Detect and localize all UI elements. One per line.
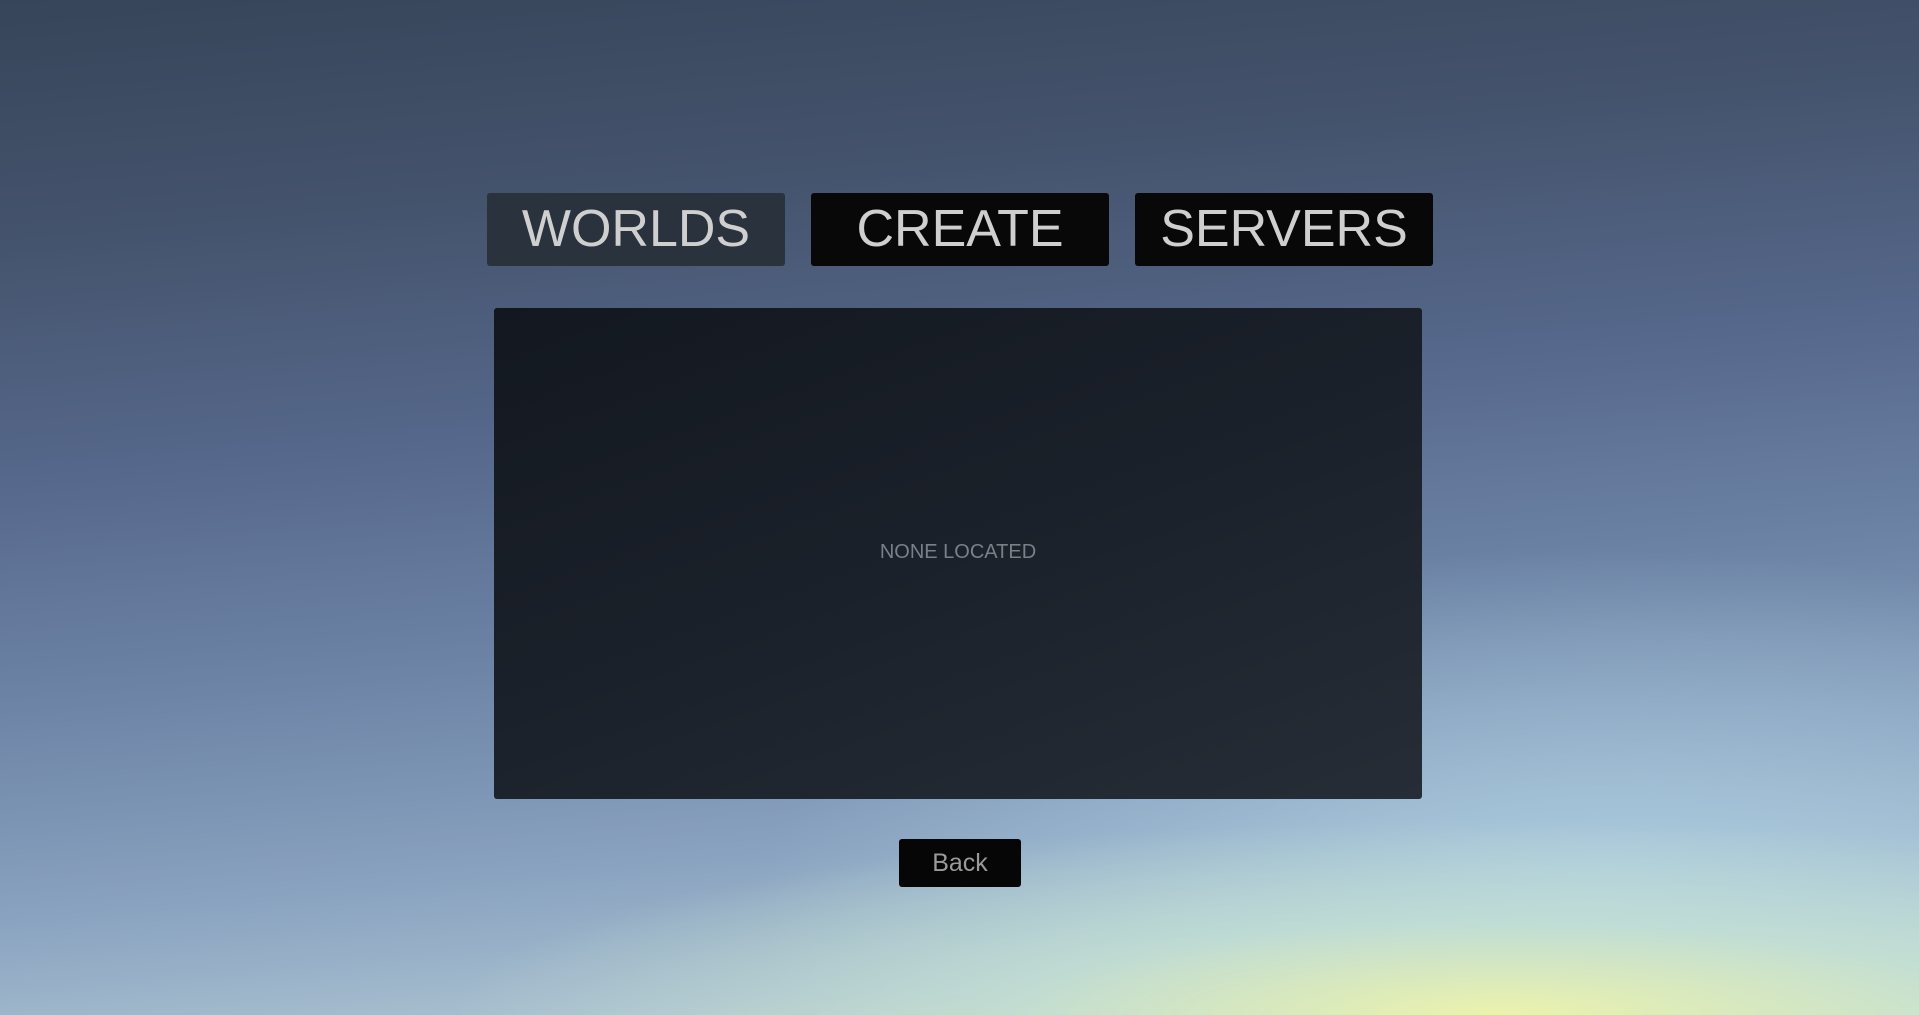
back-button[interactable]: Back <box>899 839 1021 887</box>
worlds-list-panel: NONE LOCATED <box>494 308 1422 799</box>
tab-create[interactable]: CREATE <box>811 193 1109 266</box>
tab-bar: WORLDS CREATE SERVERS <box>487 193 1433 266</box>
tab-servers[interactable]: SERVERS <box>1135 193 1433 266</box>
tab-worlds[interactable]: WORLDS <box>487 193 785 266</box>
empty-list-message: NONE LOCATED <box>879 541 1037 563</box>
